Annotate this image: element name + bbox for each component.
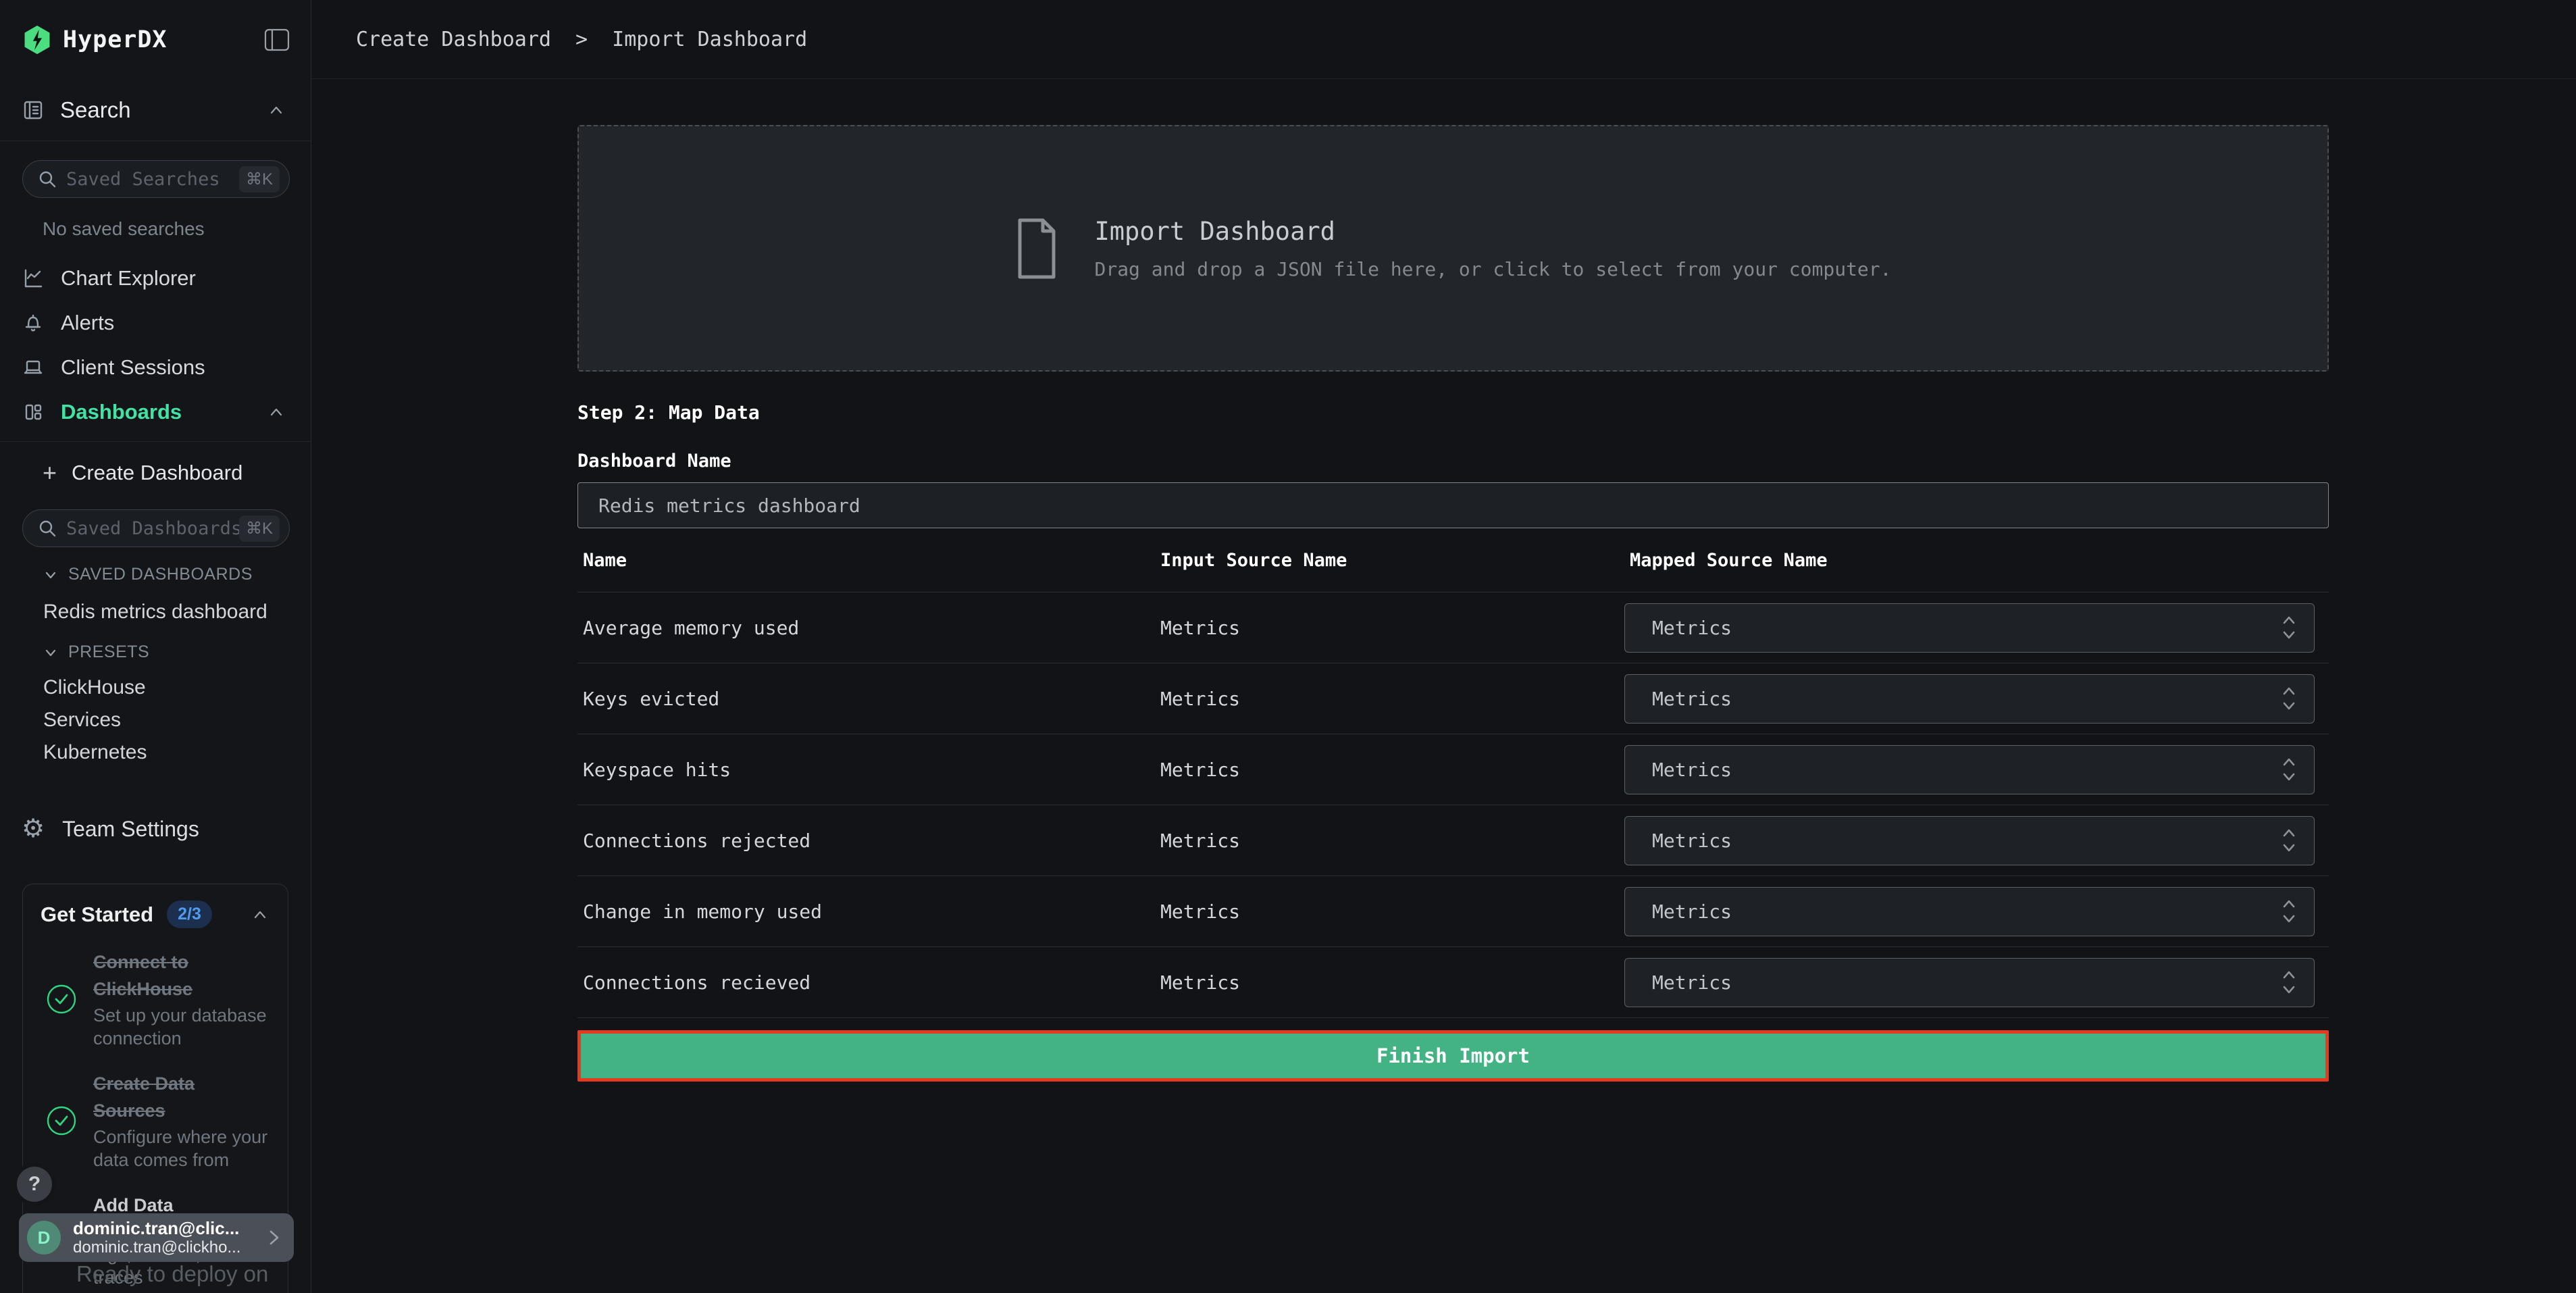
table-row: Average memory used Metrics Metrics xyxy=(577,592,2329,663)
table-row: Change in memory used Metrics Metrics xyxy=(577,876,2329,947)
search-journal-icon xyxy=(22,99,44,121)
saved-dashboards-search[interactable]: ⌘K xyxy=(22,509,290,547)
select-chevrons-icon xyxy=(2280,968,2298,996)
mapped-source-select[interactable]: Metrics xyxy=(1624,603,2315,653)
mapped-source-select[interactable]: Metrics xyxy=(1624,887,2315,936)
select-chevrons-icon xyxy=(2280,684,2298,713)
mapped-source-select[interactable]: Metrics xyxy=(1624,958,2315,1007)
divider xyxy=(0,441,311,442)
breadcrumb-separator: > xyxy=(575,28,588,51)
saved-searches-input[interactable] xyxy=(66,169,239,190)
column-header-mapped-source: Mapped Source Name xyxy=(1624,550,2329,571)
page-header: Create Dashboard > Import Dashboard xyxy=(311,0,2576,79)
check-circle-icon xyxy=(46,984,77,1015)
chevron-right-icon xyxy=(265,1226,283,1249)
user-email: dominic.tran@clickho... xyxy=(73,1238,260,1257)
saved-dashboards-group-toggle[interactable]: SAVED DASHBOARDS xyxy=(43,565,311,584)
main-area: Create Dashboard > Import Dashboard Impo… xyxy=(311,0,2576,1293)
dropzone-subtitle: Drag and drop a JSON file here, or click… xyxy=(1094,258,1891,280)
breadcrumb-import-dashboard[interactable]: Import Dashboard xyxy=(612,28,807,51)
create-dashboard-button[interactable]: + Create Dashboard xyxy=(0,450,311,496)
presets-group-toggle[interactable]: PRESETS xyxy=(43,642,311,662)
step-label: Step 2: Map Data xyxy=(577,401,2329,424)
file-icon xyxy=(1014,216,1059,281)
chevron-up-icon xyxy=(266,402,286,422)
search-section-label: Search xyxy=(60,97,131,123)
help-button[interactable]: ? xyxy=(17,1167,52,1202)
sidebar-item-chart-explorer[interactable]: Chart Explorer xyxy=(0,256,311,301)
get-started-progress-badge: 2/3 xyxy=(167,901,212,928)
user-name: dominic.tran@clic... xyxy=(73,1218,260,1238)
table-header-row: Name Input Source Name Mapped Source Nam… xyxy=(577,528,2329,592)
table-row: Keys evicted Metrics Metrics xyxy=(577,663,2329,734)
mapped-source-select[interactable]: Metrics xyxy=(1624,674,2315,724)
column-header-name: Name xyxy=(577,550,1155,571)
user-profile-button[interactable]: D dominic.tran@clic... dominic.tran@clic… xyxy=(19,1213,294,1262)
chevron-up-icon[interactable] xyxy=(250,905,270,925)
mapped-source-select[interactable]: Metrics xyxy=(1624,745,2315,794)
table-row: Connections recieved Metrics Metrics xyxy=(577,947,2329,1018)
search-icon xyxy=(38,519,57,538)
saved-dashboards-input[interactable] xyxy=(66,518,239,539)
saved-searches-search[interactable]: ⌘K xyxy=(22,160,290,198)
breadcrumb-create-dashboard[interactable]: Create Dashboard xyxy=(356,28,551,51)
select-chevrons-icon xyxy=(2280,613,2298,642)
table-row: Connections rejected Metrics Metrics xyxy=(577,805,2329,876)
preset-item-services[interactable]: Services xyxy=(0,704,311,736)
sidebar-item-client-sessions[interactable]: Client Sessions xyxy=(0,345,311,390)
saved-dashboard-item[interactable]: Redis metrics dashboard xyxy=(0,594,311,630)
preset-item-clickhouse[interactable]: ClickHouse xyxy=(0,671,311,704)
search-section-header[interactable]: Search xyxy=(0,79,311,141)
plus-icon: + xyxy=(43,461,57,485)
table-row: Keyspace hits Metrics Metrics xyxy=(577,734,2329,805)
check-circle-icon xyxy=(46,1105,77,1136)
laptop-icon xyxy=(22,357,44,378)
shortcut-badge: ⌘K xyxy=(239,166,280,193)
bell-icon xyxy=(22,312,44,334)
select-chevrons-icon xyxy=(2280,826,2298,855)
import-dropzone[interactable]: Import Dashboard Drag and drop a JSON fi… xyxy=(577,125,2329,372)
dashboard-name-input[interactable] xyxy=(577,482,2329,528)
gear-icon: ⚙ xyxy=(22,816,45,842)
app-title: HyperDX xyxy=(63,26,168,53)
sidebar: HyperDX Search ⌘K No saved searches xyxy=(0,0,311,1293)
sidebar-item-alerts[interactable]: Alerts xyxy=(0,301,311,345)
shortcut-badge: ⌘K xyxy=(239,515,280,542)
column-header-input-source: Input Source Name xyxy=(1155,550,1624,571)
preset-item-kubernetes[interactable]: Kubernetes xyxy=(0,736,311,769)
select-chevrons-icon xyxy=(2280,755,2298,784)
no-saved-searches-note: No saved searches xyxy=(43,218,311,240)
sidebar-collapse-icon[interactable] xyxy=(263,28,290,52)
breadcrumb: Create Dashboard > Import Dashboard xyxy=(356,28,807,51)
search-icon xyxy=(38,170,57,188)
avatar: D xyxy=(27,1221,61,1254)
get-started-title: Get Started xyxy=(41,903,153,927)
dashboard-layout-icon xyxy=(22,401,44,423)
chevron-up-icon xyxy=(266,100,286,120)
chart-line-icon xyxy=(22,268,44,289)
select-chevrons-icon xyxy=(2280,897,2298,926)
dashboard-name-label: Dashboard Name xyxy=(577,451,2329,472)
get-started-item-sources[interactable]: Create Data Sources Configure where your… xyxy=(41,1070,270,1171)
finish-import-button[interactable]: Finish Import xyxy=(577,1030,2329,1082)
dropzone-title: Import Dashboard xyxy=(1094,217,1891,246)
chevron-down-icon xyxy=(43,644,59,661)
team-settings-button[interactable]: ⚙ Team Settings xyxy=(0,807,311,851)
logo-row: HyperDX xyxy=(0,0,311,79)
mapped-source-select[interactable]: Metrics xyxy=(1624,816,2315,865)
get-started-item-connect[interactable]: Connect to ClickHouse Set up your databa… xyxy=(41,948,270,1050)
hyperdx-logo-icon xyxy=(22,24,52,56)
chevron-down-icon xyxy=(43,567,59,583)
sidebar-item-dashboards[interactable]: Dashboards xyxy=(0,390,311,434)
